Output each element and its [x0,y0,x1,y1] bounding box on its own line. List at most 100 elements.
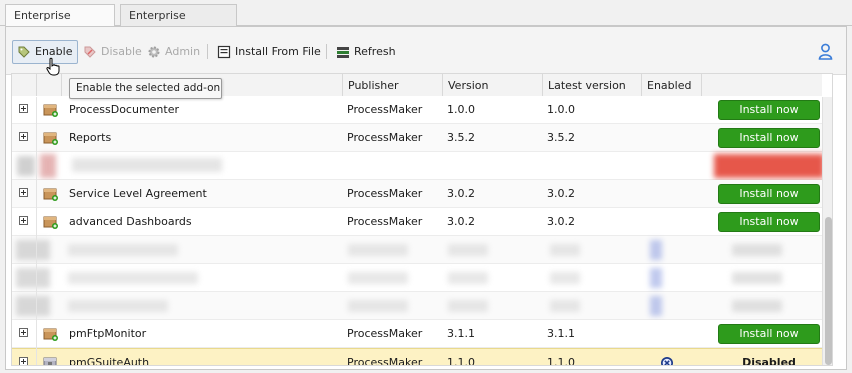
action-cell: Install now [702,320,820,348]
plugin-publisher: ProcessMaker [347,131,423,144]
plugin-name: Service Level Agreement [69,187,207,200]
install-now-button[interactable]: Install now [718,184,820,204]
plugins-grid: Publisher Version Latest version Enabled… [11,73,833,366]
obscured-content [16,296,50,316]
obscured-content [68,300,168,312]
package-icon [40,320,62,348]
plugin-latest-version: 1.0.0 [547,103,575,116]
header-expander [12,74,37,97]
expand-icon[interactable] [19,328,28,337]
plugin-version: 3.1.1 [447,327,475,340]
table-row[interactable]: pmFtpMonitor ProcessMaker 3.1.1 3.1.1 In… [12,320,822,348]
expand-icon[interactable] [19,216,28,225]
header-action [702,74,822,97]
table-row[interactable]: Reports ProcessMaker 3.5.2 3.5.2 Install… [12,124,822,152]
plugin-publisher: ProcessMaker [347,103,423,116]
table-row-selected[interactable]: pmGSuiteAuth ProcessMaker 1.1.0 1.1.0 Di… [12,348,822,366]
obscured-content [550,272,580,284]
header-icon [37,74,62,97]
obscured-action [714,154,824,178]
header-version[interactable]: Version [443,74,543,97]
plugin-name: advanced Dashboards [69,215,192,228]
plugin-publisher: ProcessMaker [347,327,423,340]
hand-cursor-icon [46,57,60,76]
plugin-publisher: ProcessMaker [347,187,423,200]
plugin-name: Reports [69,131,112,144]
refresh-label: Refresh [354,45,396,58]
plugin-version: 3.0.2 [447,187,475,200]
plugin-name: pmFtpMonitor [69,327,147,340]
header-enabled[interactable]: Enabled [642,74,702,97]
tab-enterprise-features[interactable]: Enterprise Features [120,4,237,43]
tab-strip: Enterprise Plugins Enterprise Features [0,0,852,43]
header-publisher[interactable]: Publisher [343,74,443,97]
obscured-content [732,244,782,256]
plugin-version: 3.5.2 [447,131,475,144]
action-cell: Install now [702,180,820,208]
plugin-latest-version: 3.1.1 [547,327,575,340]
obscured-content [732,272,782,284]
obscured-content [68,272,198,284]
obscured-content [40,154,56,178]
install-now-button[interactable]: Install now [718,128,820,148]
admin-label: Admin [165,45,201,58]
plugin-publisher: ProcessMaker [347,356,423,366]
grid-scrollbar[interactable] [822,97,832,365]
table-row-obscured[interactable] [12,152,824,180]
obscured-content [732,300,782,312]
tag-disabled-icon [84,46,96,58]
disable-button[interactable]: Disable [78,40,148,64]
obscured-content [348,272,408,284]
table-row[interactable]: Service Level Agreement ProcessMaker 3.0… [12,180,822,208]
obscured-content [550,300,580,312]
expand-icon[interactable] [19,357,28,365]
toolbar: Enable Disable Admin Install From File R… [6,27,846,75]
expand-icon[interactable] [19,104,28,113]
plugin-latest-version: 3.0.2 [547,215,575,228]
plugin-name: pmGSuiteAuth [69,356,150,366]
obscured-content [550,244,580,256]
plugin-version: 1.0.0 [447,103,475,116]
expand-icon[interactable] [19,132,28,141]
action-cell: Install now [702,208,820,236]
scrollbar-thumb[interactable] [825,217,832,365]
enable-tooltip: Enable the selected add-on [69,78,222,99]
install-file-icon [217,45,231,59]
tab-enterprise-plugins[interactable]: Enterprise Plugins [5,4,115,43]
plugin-publisher: ProcessMaker [347,215,423,228]
plugin-latest-version: 3.5.2 [547,131,575,144]
admin-button[interactable]: Admin [142,40,206,64]
table-row-obscured[interactable] [12,264,822,292]
gear-icon [148,46,160,58]
plugin-latest-version: 3.0.2 [547,187,575,200]
package-icon [40,180,62,208]
obscured-content [448,272,488,284]
package-icon [40,96,62,124]
refresh-button[interactable]: Refresh [331,40,402,64]
obscured-content [650,240,662,260]
header-latest-version[interactable]: Latest version [543,74,642,97]
table-row[interactable]: advanced Dashboards ProcessMaker 3.0.2 3… [12,208,822,236]
install-now-button[interactable]: Install now [718,212,820,232]
expand-icon[interactable] [19,188,28,197]
obscured-content [16,268,50,288]
obscured-content [448,244,488,256]
user-icon[interactable] [818,43,833,60]
package-icon [40,349,62,365]
install-now-button[interactable]: Install now [718,324,820,344]
install-from-file-label: Install From File [235,45,321,58]
plugin-name: ProcessDocumenter [69,103,180,116]
install-now-button[interactable]: Install now [718,100,820,120]
tag-icon [18,46,30,58]
table-row[interactable]: ProcessDocumenter ProcessMaker 1.0.0 1.0… [12,96,822,124]
plugin-latest-version: 1.1.0 [547,356,575,366]
obscured-content [650,296,662,316]
install-from-file-button[interactable]: Install From File [212,40,327,64]
table-row-obscured[interactable] [12,236,822,264]
obscured-content [16,240,50,260]
table-row-obscured[interactable] [12,292,822,320]
obscured-content [348,300,408,312]
obscured-content [650,268,662,288]
obscured-content [17,156,35,176]
package-icon [40,208,62,236]
